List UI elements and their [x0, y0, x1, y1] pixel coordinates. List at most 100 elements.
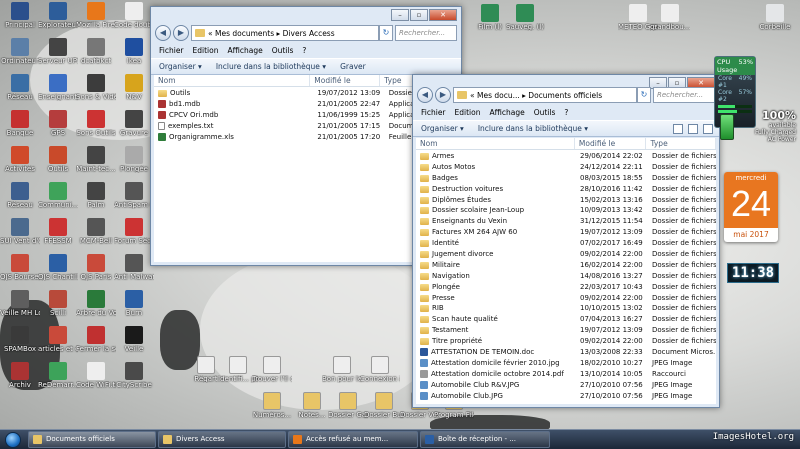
file-row[interactable]: Attestation domicile février 2010.jpg 18/…	[416, 358, 716, 369]
desktop-shortcut[interactable]: Ikea	[114, 38, 154, 65]
desktop-shortcut[interactable]: Mozilla Firefox	[76, 2, 116, 29]
desktop-shortcut[interactable]: FFESSM	[38, 218, 78, 245]
menu-edition[interactable]: Edition	[193, 44, 219, 57]
desktop-shortcut[interactable]: Scilli	[38, 290, 78, 317]
desktop-shortcut[interactable]: Activités	[0, 146, 40, 173]
taskbar-button[interactable]: Documents officiels	[28, 431, 156, 448]
desktop-shortcut[interactable]: Réseau	[0, 182, 40, 209]
desktop-shortcut[interactable]: CityScribe	[114, 362, 154, 389]
column-header-date[interactable]: Modifié le	[575, 138, 647, 149]
menu-outils[interactable]: Outils	[534, 106, 556, 119]
taskbar-button[interactable]: Divers Access	[158, 431, 286, 448]
desktop-shortcut[interactable]: MCM-Bell	[76, 218, 116, 245]
desktop-shortcut[interactable]: Sons & Vidéos	[76, 74, 116, 101]
desktop-shortcut[interactable]: Réseau	[0, 74, 40, 101]
desktop-shortcut[interactable]: Sons Outils	[76, 110, 116, 137]
address-bar[interactable]: « Mes docu... ▸ Documents officiels	[453, 87, 637, 103]
file-row[interactable]: Destruction voitures 28/10/2016 11:42 Doss…	[416, 184, 716, 195]
view-options-icon[interactable]	[673, 124, 683, 134]
file-row[interactable]: Presse 09/02/2014 22:00 Dossier de fichier…	[416, 293, 716, 304]
desktop-shortcut[interactable]: grandbou... On n'a...	[650, 4, 690, 31]
taskbar-button[interactable]: Accès refusé au mem...	[288, 431, 418, 448]
file-row[interactable]: Identité 07/02/2017 16:49 Dossier de fichi…	[416, 238, 716, 249]
address-part[interactable]: Divers Access	[283, 29, 335, 38]
search-input[interactable]: Rechercher...	[653, 87, 715, 103]
desktop-shortcut[interactable]: Veille MH Local	[0, 290, 40, 317]
desktop-shortcut[interactable]: Numéros...	[252, 392, 292, 419]
desktop-shortcut[interactable]: Gravure	[114, 110, 154, 137]
desktop-shortcut[interactable]: Veille	[114, 326, 154, 353]
file-row[interactable]: ATTESTATION DE TEMOIN.doc 13/03/2008 22:3…	[416, 347, 716, 358]
desktop-shortcut[interactable]: Archiv	[0, 362, 40, 389]
desktop-shortcut[interactable]: Burn	[114, 290, 154, 317]
column-header-name[interactable]: Nom	[154, 75, 311, 86]
include-library-button[interactable]: Inclure dans la bibliothèque ▾	[478, 124, 588, 133]
organize-button[interactable]: Organiser ▾	[159, 62, 202, 71]
refresh-icon[interactable]: ↻	[637, 87, 651, 103]
file-row[interactable]: Autos Motos 24/12/2014 22:11 Dossier de fi…	[416, 162, 716, 173]
desktop-shortcut[interactable]: Outils	[38, 146, 78, 173]
menu-outils[interactable]: Outils	[272, 44, 294, 57]
desktop-shortcut[interactable]: Maint-tec...	[76, 146, 116, 173]
menu-help[interactable]: ?	[302, 44, 306, 57]
column-header-date[interactable]: Modifié le	[310, 75, 381, 86]
desktop-shortcut[interactable]: dcafbkct	[76, 38, 116, 65]
file-row[interactable]: Testament 19/07/2012 13:09 Dossier de fich…	[416, 325, 716, 336]
desktop-shortcut[interactable]: OJS Paris	[76, 254, 116, 281]
desktop-shortcut[interactable]: Notes...	[292, 392, 332, 419]
desktop-shortcut[interactable]: Explorateur	[38, 2, 78, 29]
taskbar-button[interactable]: Boîte de réception - ...	[420, 431, 550, 448]
desktop-shortcut[interactable]: Bon pour le SAV de...	[322, 356, 362, 383]
column-header-name[interactable]: Nom	[416, 138, 575, 149]
burn-button[interactable]: Graver	[340, 62, 366, 71]
search-input[interactable]: Rechercher...	[395, 25, 457, 41]
close-button[interactable]: ✕	[429, 9, 457, 21]
desktop-shortcut[interactable]: AntiSpam Chantilly...	[114, 182, 154, 209]
preview-pane-icon[interactable]	[688, 124, 698, 134]
desktop-shortcut[interactable]: Dossier Gauche	[328, 392, 368, 419]
file-row[interactable]: Factures XM 264 AJW 60 19/07/2012 13:09 Do…	[416, 227, 716, 238]
menu-affichage[interactable]: Affichage	[489, 106, 524, 119]
file-row[interactable]: Navigation 14/08/2016 13:27 Dossier de fic…	[416, 271, 716, 282]
file-row[interactable]: RIB 10/10/2015 13:02 Dossier de fichiers	[416, 303, 716, 314]
desktop-shortcut[interactable]: Communi...	[38, 182, 78, 209]
file-row[interactable]: Enseignants du Vexin 31/12/2015 11:54 Doss…	[416, 216, 716, 227]
desktop-shortcut[interactable]: Trouver l'il du cérém...	[252, 356, 292, 383]
forward-button[interactable]: ▶	[173, 25, 189, 41]
desktop-shortcut[interactable]: Banque	[0, 110, 40, 137]
desktop-shortcut[interactable]: Ordinateur	[0, 38, 40, 65]
desktop-shortcut[interactable]: Enseignants du Vexin	[38, 74, 78, 101]
file-row[interactable]: Armes 29/06/2014 22:02 Dossier de fichiers	[416, 151, 716, 162]
menu-affichage[interactable]: Affichage	[227, 44, 262, 57]
address-part[interactable]: Mes docu...	[477, 91, 520, 100]
minimize-button[interactable]: –	[391, 9, 409, 21]
menu-fichier[interactable]: Fichier	[421, 106, 446, 119]
desktop-shortcut[interactable]: SUI Vent d'Ouest	[0, 218, 40, 245]
desktop-shortcut[interactable]: Dossier Bureau	[364, 392, 404, 419]
desktop-shortcut[interactable]: N&V	[114, 74, 154, 101]
desktop-shortcut[interactable]: Corbeille	[755, 4, 795, 31]
file-row[interactable]: Militaire 16/02/2014 22:00 Dossier de fich…	[416, 260, 716, 271]
desktop-shortcut[interactable]: Fermer la session	[76, 326, 116, 353]
file-row[interactable]: Diplômes Études 15/02/2013 13:16 Dossier d…	[416, 195, 716, 206]
file-row[interactable]: Attestation domicile octobre 2014.pdf 13/…	[416, 369, 716, 380]
back-button[interactable]: ◀	[417, 87, 433, 103]
address-bar[interactable]: « Mes documents ▸ Divers Access	[191, 25, 379, 41]
start-button[interactable]	[0, 430, 26, 449]
desktop-shortcut[interactable]: Code WiFi.txt	[76, 362, 116, 389]
desktop-shortcut[interactable]: Film (l)	[470, 4, 510, 31]
maximize-button[interactable]: ▫	[410, 9, 428, 21]
menu-edition[interactable]: Edition	[455, 106, 481, 119]
file-row[interactable]: Scan haute qualité 07/04/2013 16:27 Dossie…	[416, 314, 716, 325]
desktop-shortcut[interactable]: SPAMBox	[0, 326, 40, 353]
file-row[interactable]: Titre propriété 09/02/2014 22:00 Dossier d…	[416, 336, 716, 347]
organize-button[interactable]: Organiser ▾	[421, 124, 464, 133]
explorer-window-documents-officiels[interactable]: – ▫ ✕ ◀ ▶ « Mes docu... ▸ Documents offi…	[412, 74, 720, 408]
desktop-shortcut[interactable]: ReDémarr...	[38, 362, 78, 389]
file-row[interactable]: Automobile Club.JPG 27/10/2010 07:56 JPEG …	[416, 391, 716, 402]
refresh-icon[interactable]: ↻	[379, 25, 393, 41]
desktop-shortcut[interactable]: Palm	[76, 182, 116, 209]
desktop-shortcut[interactable]: articles et contrib...	[38, 326, 78, 353]
file-row[interactable]: Plongée 22/03/2017 10:43 Dossier de fichie…	[416, 282, 716, 293]
desktop-shortcut[interactable]: Principal	[0, 2, 40, 29]
